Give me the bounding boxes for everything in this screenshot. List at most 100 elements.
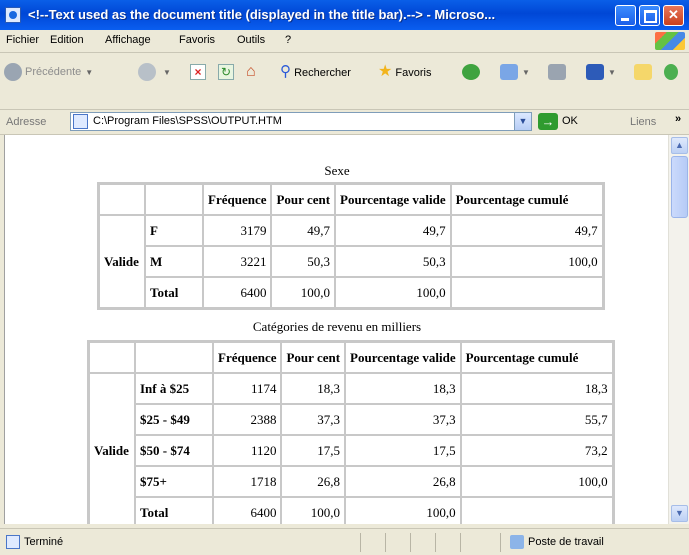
cell-pourcentage-cumule: 100,0: [460, 466, 613, 497]
address-dropdown-icon[interactable]: ▼: [514, 113, 531, 130]
column-header: Pourcentage cumulé: [450, 184, 603, 215]
page-icon: [6, 535, 20, 549]
header-empty-cell: [89, 342, 135, 373]
menu-fichier[interactable]: Fichier: [6, 34, 39, 46]
column-header: Pour cent: [281, 342, 346, 373]
edit-button[interactable]: ▼: [586, 61, 616, 83]
links-chevron-icon[interactable]: »: [675, 113, 681, 125]
back-label: Précédente: [25, 66, 82, 78]
history-icon: [462, 64, 480, 81]
cell-pourcentage-valide: 17,5: [345, 435, 461, 466]
column-header: Pourcentage cumulé: [460, 342, 613, 373]
close-button[interactable]: [663, 5, 684, 26]
scroll-down-icon[interactable]: ▼: [671, 505, 688, 522]
discuss-icon: [634, 64, 652, 81]
menu-affichage[interactable]: Affichage: [105, 34, 151, 46]
table-row: Total 6400 100,0 100,0: [99, 277, 603, 308]
status-divider: [385, 533, 386, 552]
group-label: Valide: [89, 373, 135, 524]
row-label: $25 - $49: [135, 404, 213, 435]
cell-pour-cent: 49,7: [271, 215, 336, 246]
status-divider: [360, 533, 361, 552]
forward-button[interactable]: ▼: [138, 61, 171, 83]
favorites-button[interactable]: ★ Favoris: [378, 61, 431, 83]
search-icon: ⚲: [280, 63, 291, 80]
cell-frequence: 6400: [213, 497, 282, 524]
maximize-button[interactable]: [639, 5, 660, 26]
table-row: $75+ 1718 26,8 26,8 100,0: [89, 466, 613, 497]
print-icon: [548, 64, 566, 81]
stop-icon: ×: [190, 64, 206, 81]
menu-help[interactable]: ?: [285, 34, 291, 46]
home-button[interactable]: ⌂: [246, 61, 262, 83]
address-value[interactable]: C:\Program Files\SPSS\OUTPUT.HTM: [93, 115, 282, 127]
menu-outils[interactable]: Outils: [237, 34, 265, 46]
row-label: M: [145, 246, 203, 277]
cell-pourcentage-cumule: 55,7: [460, 404, 613, 435]
status-divider: [500, 533, 501, 552]
column-header: Pour cent: [271, 184, 336, 215]
cell-frequence: 3179: [203, 215, 272, 246]
status-divider: [460, 533, 461, 552]
scrollbar-thumb[interactable]: [671, 156, 688, 218]
forward-arrow-icon: [138, 63, 156, 82]
row-label: Total: [135, 497, 213, 524]
chevron-down-icon[interactable]: ▼: [85, 68, 93, 77]
search-button[interactable]: ⚲ Rechercher: [280, 61, 351, 83]
cell-pourcentage-cumule: 18,3: [460, 373, 613, 404]
history-button[interactable]: [462, 61, 480, 83]
chevron-down-icon[interactable]: ▼: [163, 68, 171, 77]
title-bar[interactable]: <!--Text used as the document title (dis…: [0, 0, 689, 30]
star-icon: ★: [378, 63, 393, 80]
back-button[interactable]: Précédente ▼: [4, 61, 93, 83]
cell-pourcentage-valide: 37,3: [345, 404, 461, 435]
refresh-button[interactable]: ↻: [218, 61, 234, 83]
scroll-up-icon[interactable]: ▲: [671, 137, 688, 154]
toolbar: Précédente ▼ ▼ × ↻ ⌂ ⚲ Rechercher ★ Favor…: [0, 53, 689, 110]
go-label: OK: [562, 115, 578, 127]
stop-button[interactable]: ×: [190, 61, 206, 83]
row-label: F: [145, 215, 203, 246]
security-zone: Poste de travail: [528, 536, 604, 548]
cell-pourcentage-cumule: 73,2: [460, 435, 613, 466]
table-caption-revenu: Catégories de revenu en milliers: [252, 319, 422, 334]
status-bar: Terminé Poste de travail: [0, 528, 689, 555]
links-label[interactable]: Liens: [630, 116, 656, 128]
table-row: Total 6400 100,0 100,0: [89, 497, 613, 524]
cell-pourcentage-valide: 49,7: [335, 215, 451, 246]
table-header-row: Fréquence Pour cent Pourcentage valide P…: [89, 342, 613, 373]
messenger-button[interactable]: [664, 61, 678, 83]
address-bar: Adresse C:\Program Files\SPSS\OUTPUT.HTM…: [0, 110, 689, 135]
table-row: M 3221 50,3 50,3 100,0: [99, 246, 603, 277]
chevron-down-icon[interactable]: ▼: [522, 68, 530, 77]
status-divider: [410, 533, 411, 552]
favorites-label: Favoris: [395, 67, 432, 79]
status-divider: [435, 533, 436, 552]
cell-pourcentage-cumule: [460, 497, 613, 524]
column-header: Fréquence: [213, 342, 282, 373]
menu-favoris[interactable]: Favoris: [179, 34, 215, 46]
row-label: $50 - $74: [135, 435, 213, 466]
window-title: <!--Text used as the document title (dis…: [28, 7, 496, 22]
page-content: Sexe Fréquence Pour cent Pourcentage val…: [4, 135, 668, 524]
chevron-down-icon[interactable]: ▼: [608, 68, 616, 77]
refresh-icon: ↻: [218, 64, 234, 81]
print-button[interactable]: [548, 61, 566, 83]
menu-edition[interactable]: Edition: [50, 34, 84, 46]
minimize-button[interactable]: [615, 5, 636, 26]
cell-pourcentage-valide: 50,3: [335, 246, 451, 277]
mail-button[interactable]: ▼: [500, 61, 530, 83]
discuss-button[interactable]: [634, 61, 652, 83]
address-label: Adresse: [6, 116, 47, 128]
vertical-scrollbar[interactable]: ▲ ▼: [668, 135, 689, 524]
menu-bar: Fichier Edition Affichage Favoris Outils…: [0, 30, 689, 53]
row-label: $75+: [135, 466, 213, 497]
cell-pourcentage-cumule: 49,7: [450, 215, 603, 246]
address-input[interactable]: C:\Program Files\SPSS\OUTPUT.HTM ▼: [70, 112, 532, 131]
row-label: Inf à $25: [135, 373, 213, 404]
cell-frequence: 1718: [213, 466, 282, 497]
table-header-row: Fréquence Pour cent Pourcentage valide P…: [99, 184, 603, 215]
cell-pour-cent: 37,3: [281, 404, 346, 435]
go-button[interactable]: → OK: [538, 112, 578, 131]
ie-app-icon[interactable]: [5, 7, 21, 23]
